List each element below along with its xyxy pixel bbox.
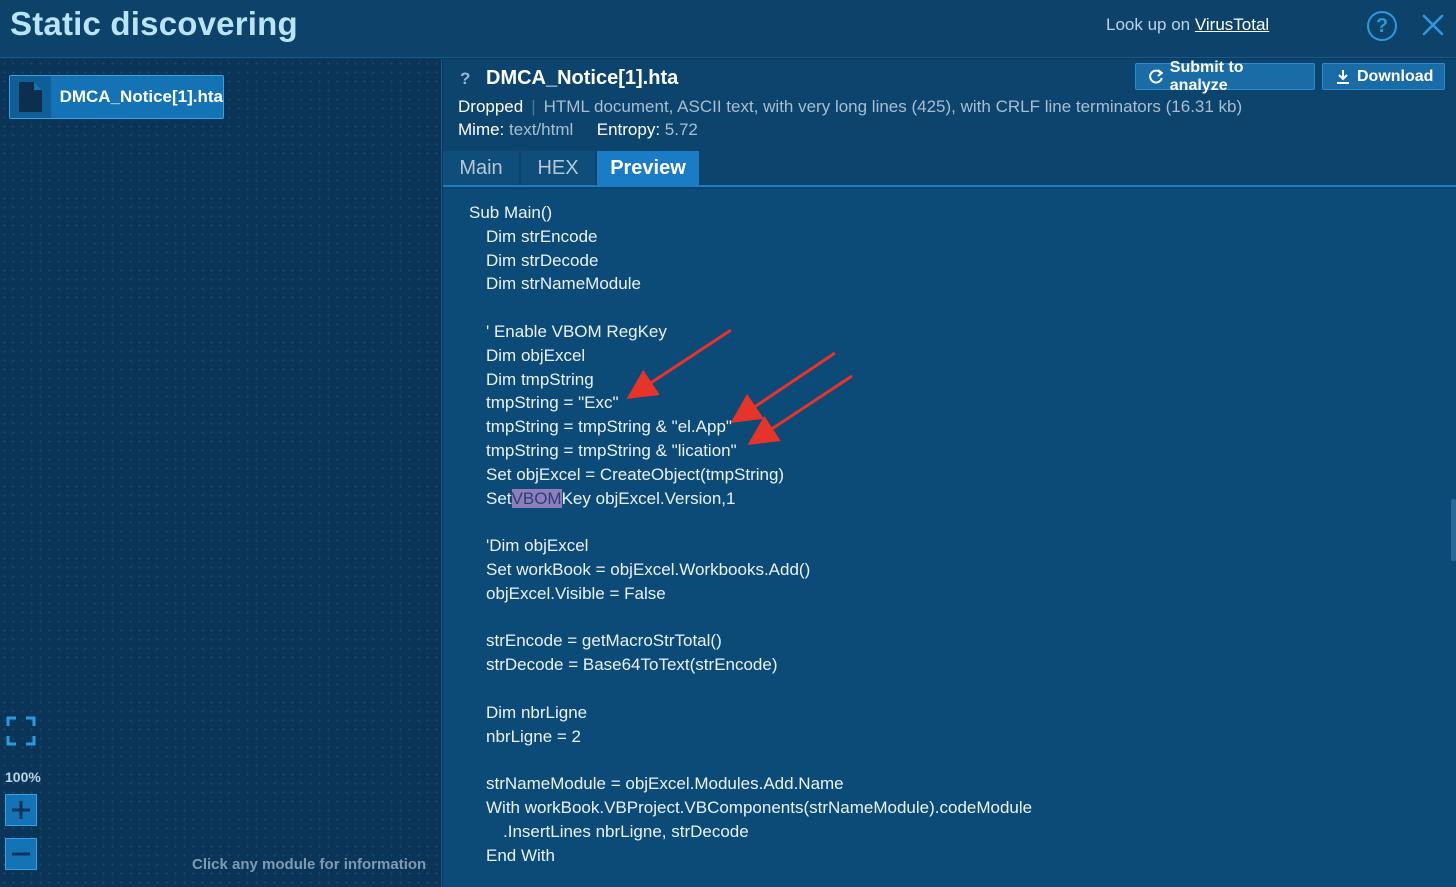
download-icon [1337,69,1349,84]
code-line: SetVBOMKey objExcel.Version,1 [486,488,736,508]
plus-icon [12,801,30,819]
code-line: Dim nbrLigne [486,702,588,722]
search-highlight: VBOM [511,488,562,508]
annotation-arrow [747,374,853,445]
file-details-panel: ? DMCA_Notice[1].hta Submit to analyze D… [443,59,1456,887]
code-line: tmpString = tmpString & "el.App" [486,417,732,437]
divider: | [531,97,536,116]
code-line: Set workBook = objExcel.Workbooks.Add() [486,560,811,579]
module-label: DMCA_Notice[1].hta [59,87,223,106]
code-line: End With [486,845,555,865]
code-line: Dim objExcel [486,345,586,365]
code-line: .InsertLines nbrLigne, strDecode [503,821,749,841]
fit-screen-icon[interactable] [6,716,36,746]
tab-main[interactable]: Main [443,151,519,185]
code-line: strEncode = getMacroStrTotal() [486,631,722,651]
code-line: tmpString = tmpString & "lication" [486,441,737,460]
page-title: Static discovering [10,5,298,42]
close-icon[interactable] [1420,12,1446,38]
submit-to-analyze-button[interactable]: Submit to analyze [1135,59,1315,94]
entropy-label: Entropy: [596,120,661,139]
zoom-out-button[interactable] [5,838,37,870]
code-line: With workBook.VBProject.VBComponents(str… [486,798,1033,817]
code-preview[interactable]: Sub Main() Dim strEncode Dim strDecode Dim … [443,189,1456,887]
status-badge: Dropped [458,97,524,116]
header-bar: Static discovering Look up on VirusTotal… [0,0,1456,58]
file-meta-properties: Mime: text/html Entropy: 5.72 [458,120,698,140]
refresh-icon [1149,68,1164,83]
code-line: Sub Main() [469,203,553,222]
file-header: ? DMCA_Notice[1].hta Submit to analyze D… [443,59,1456,151]
tab-preview[interactable]: Preview [597,151,699,185]
code-line: objExcel.Visible = False [486,583,666,603]
module-node[interactable]: DMCA_Notice[1].hta [9,75,224,119]
virustotal-link[interactable]: VirusTotal [1195,15,1269,34]
zoom-level: 100% [5,769,41,785]
code-line: Dim strDecode [486,250,599,270]
entropy-value: 5.72 [664,120,698,139]
file-name: DMCA_Notice[1].hta [486,67,679,89]
file-description: HTML document, ASCII text, with very lon… [543,97,1243,116]
code-line: strDecode = Base64ToText(strEncode) [486,655,778,675]
code-line: 'Dim objExcel [486,536,589,556]
minus-icon [12,852,30,856]
code-line: nbrLigne = 2 [486,726,581,746]
code-line: Dim strEncode [486,226,598,246]
code-line: ' Enable VBOM RegKey [486,322,667,341]
module-tree-panel: DMCA_Notice[1].hta 100% Click any module… [0,59,442,887]
code-line: Set objExcel = CreateObject(tmpString) [486,464,785,484]
question-circle-icon[interactable]: ? [1367,11,1397,41]
code-line: tmpString = "Exc" [486,393,619,413]
tab-bar: Main HEX Preview [443,151,1456,187]
code-line: Dim strNameModule [486,274,641,294]
download-label: Download [1357,67,1434,85]
annotation-arrow [730,351,836,424]
file-meta-description: Dropped | HTML document, ASCII text, with … [458,97,1242,117]
code-line: Dim tmpString [486,369,594,389]
zoom-in-button[interactable] [5,794,37,826]
tab-hex[interactable]: HEX [521,151,595,185]
code-line: strNameModule = objExcel.Modules.Add.Nam… [486,774,844,794]
mime-value: text/html [509,120,574,139]
lookup-prefix: Look up on [1106,15,1195,34]
scrollbar-thumb[interactable] [1451,499,1456,561]
mime-label: Mime: [458,120,505,139]
module-hint: Click any module for information [192,856,427,873]
download-button[interactable]: Download [1322,63,1445,90]
submit-label: Submit to analyze [1169,58,1244,94]
unknown-type-icon: ? [460,69,471,88]
file-icon [10,76,51,118]
virustotal-lookup: Look up on VirusTotal [1106,15,1269,35]
